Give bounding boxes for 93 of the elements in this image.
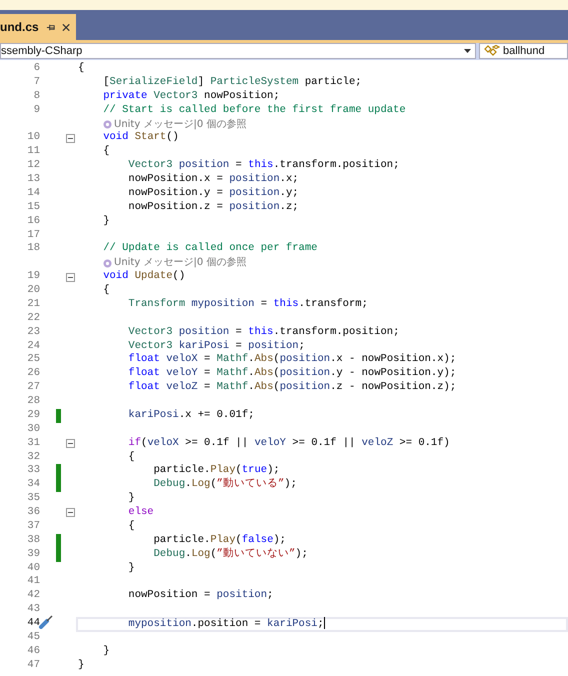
line-number: 15 <box>26 200 40 215</box>
line-number: 19 <box>26 270 40 284</box>
line-number: 25 <box>26 353 40 368</box>
code-line: Vector3 kariPosi = position; <box>127 340 305 353</box>
code-line: void Start() <box>102 131 179 145</box>
code-line: // Start is called before the first frame update <box>102 104 406 118</box>
line-number: 44 <box>26 617 40 631</box>
line-number: 6 <box>32 62 40 76</box>
line-number: 29 <box>26 408 40 423</box>
code-line: { <box>127 520 135 534</box>
line-number: 45 <box>26 630 40 645</box>
project-dropdown[interactable]: ssembly-CSharp <box>0 43 476 59</box>
line-number: 12 <box>26 159 40 173</box>
line-number: 13 <box>26 173 40 187</box>
line-number: 43 <box>26 603 40 617</box>
code-line: else <box>127 506 154 520</box>
line-number: 46 <box>26 644 40 659</box>
line-number: 33 <box>26 464 40 478</box>
code-line: nowPosition.z = position.z; <box>127 200 299 215</box>
unity-icon <box>103 120 112 129</box>
line-number: 8 <box>32 90 40 104</box>
code-line: Debug.Log(”動いていない”); <box>152 548 308 562</box>
line-number: 23 <box>26 326 40 340</box>
code-line: } <box>78 658 84 672</box>
dropdown-arrow-icon <box>464 49 471 53</box>
code-line: } <box>127 562 135 576</box>
code-line: { <box>102 284 110 298</box>
codelens-text[interactable]: Unity メッセージ|0 個の参照 <box>114 256 246 270</box>
code-line: float veloY = Mathf.Abs(position.y - nowPosition.y); <box>127 367 456 381</box>
code-line: // Update is called once per frame <box>102 242 318 256</box>
code-line: [SerializeField] ParticleSystem particle; <box>102 76 362 90</box>
codelens-text[interactable]: Unity メッセージ|0 個の参照 <box>114 118 246 132</box>
line-number: 30 <box>26 422 40 437</box>
line-number: 35 <box>26 492 40 506</box>
close-icon[interactable] <box>62 22 70 32</box>
collapse-icon[interactable] <box>66 508 75 518</box>
line-number: 14 <box>26 186 40 201</box>
line-number: 37 <box>26 520 40 534</box>
line-number: 26 <box>26 367 40 382</box>
class-dropdown[interactable]: ballhund <box>479 43 568 59</box>
line-number: 11 <box>26 145 40 160</box>
code-line: { <box>127 450 135 464</box>
code-line: kariPosi.x += 0.01f; <box>127 408 254 423</box>
code-line: private Vector3 nowPosition; <box>102 90 280 104</box>
code-line: if(veloX >= 0.1f || veloY >= 0.1f || veloZ >= 0.1f) <box>127 436 450 450</box>
line-number: 34 <box>26 478 40 492</box>
line-number: 17 <box>26 228 40 242</box>
collapse-icon[interactable] <box>66 272 75 282</box>
line-number: 21 <box>26 298 40 312</box>
code-line: particle.Play(false); <box>152 534 286 548</box>
code-line: } <box>102 644 110 659</box>
code-line: } <box>127 492 135 506</box>
code-line: nowPosition.y = position.y; <box>127 186 299 201</box>
code-line: float veloX = Mathf.Abs(position.x - nowPosition.x); <box>127 353 456 367</box>
line-number: 38 <box>26 534 40 548</box>
code-line: myposition.position = kariPosi; <box>127 616 325 632</box>
line-number: 40 <box>26 562 40 576</box>
line-number: 22 <box>26 312 40 326</box>
line-number: 9 <box>32 104 40 118</box>
line-number: 41 <box>26 575 40 590</box>
collapse-icon[interactable] <box>66 134 75 143</box>
code-line: { <box>78 62 84 76</box>
code-line: } <box>102 214 110 228</box>
line-number: 42 <box>26 589 40 604</box>
line-number: 27 <box>26 381 40 395</box>
code-line: Debug.Log(”動いている”); <box>152 478 297 492</box>
line-number: 39 <box>26 548 40 562</box>
line-number: 18 <box>26 242 40 256</box>
code-line: Vector3 position = this.transform.position; <box>127 326 400 340</box>
collapse-icon[interactable] <box>66 439 75 448</box>
code-line: Transform myposition = this.transform; <box>127 298 368 312</box>
code-line: Vector3 position = this.transform.position; <box>127 159 400 173</box>
line-number: 24 <box>26 340 40 354</box>
line-number: 32 <box>26 450 40 464</box>
file-tab[interactable]: und.cs <box>0 14 76 40</box>
pin-icon[interactable] <box>46 22 55 32</box>
code-line: nowPosition.x = position.x; <box>127 173 299 187</box>
line-number: 20 <box>26 284 40 298</box>
line-number: 10 <box>26 131 40 146</box>
code-line: void Update() <box>102 270 186 284</box>
code-line: { <box>102 145 110 160</box>
line-number: 16 <box>26 214 40 228</box>
line-number: 28 <box>26 395 40 409</box>
line-number: 36 <box>26 506 40 520</box>
screwdriver-icon[interactable] <box>38 615 54 629</box>
line-number: 7 <box>32 76 40 90</box>
line-number: 47 <box>26 658 40 672</box>
code-line: float veloZ = Mathf.Abs(position.z - nowPosition.z); <box>127 381 456 395</box>
code-line: particle.Play(true); <box>152 464 280 478</box>
class-icon <box>484 45 500 57</box>
unity-icon <box>103 258 112 268</box>
code-line: nowPosition = position; <box>127 589 274 604</box>
line-number: 31 <box>26 436 40 450</box>
